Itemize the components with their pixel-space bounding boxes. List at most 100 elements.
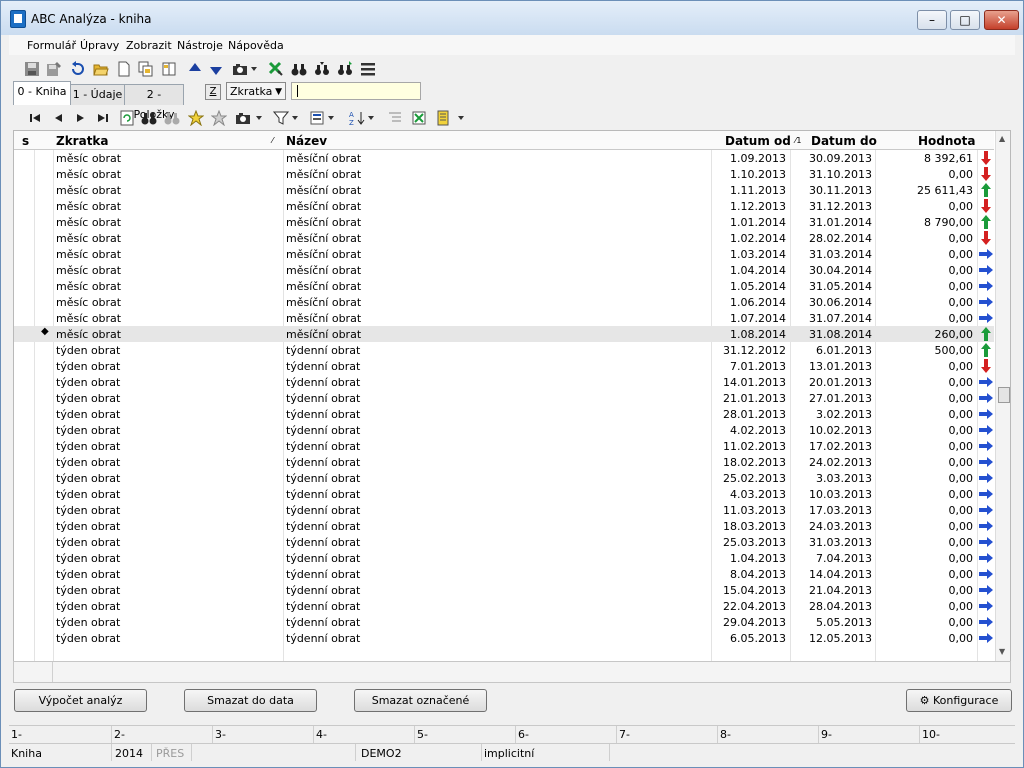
mark-remove-icon[interactable]	[211, 110, 227, 126]
table-row[interactable]: týden obrat týdenní obrat 11.03.2013 17.03.…	[14, 502, 994, 518]
menu-nastroje[interactable]: Nástroje	[177, 39, 223, 52]
sort-az-icon[interactable]: AZ	[349, 110, 365, 126]
konfigurace-button[interactable]: ⚙ Konfigurace	[906, 689, 1012, 712]
smazat-do-data-button[interactable]: Smazat do data	[184, 689, 317, 712]
sort-dropdown-icon[interactable]	[367, 110, 375, 126]
close-button[interactable]: ✕	[984, 10, 1019, 30]
smazat-oznacene-button[interactable]: Smazat označené	[354, 689, 487, 712]
tree-list-icon[interactable]	[387, 110, 403, 126]
table-row[interactable]: týden obrat týdenní obrat 28.01.2013 3.02.2…	[14, 406, 994, 422]
camera-dropdown-icon[interactable]	[250, 61, 258, 77]
filter-dropdown-icon[interactable]	[291, 110, 299, 126]
fkey-8[interactable]: 8-	[720, 728, 731, 741]
table-row[interactable]: měsíc obrat měsíční obrat 1.05.2014 31.05.2…	[14, 278, 994, 294]
fkey-5[interactable]: 5-	[417, 728, 428, 741]
column-header-s[interactable]: s	[22, 134, 29, 148]
table-row[interactable]: týden obrat týdenní obrat 21.01.2013 27.01.…	[14, 390, 994, 406]
table-row[interactable]: týden obrat týdenní obrat 29.04.2013 5.05.2…	[14, 614, 994, 630]
table-row[interactable]: týden obrat týdenní obrat 7.01.2013 13.01.2…	[14, 358, 994, 374]
vypocet-analyz-button[interactable]: Výpočet analýz	[14, 689, 147, 712]
fkey-6[interactable]: 6-	[518, 728, 529, 741]
filter-field-combo[interactable]: Zkratka ▼	[226, 82, 286, 100]
book-icon[interactable]	[161, 61, 177, 77]
report-icon[interactable]	[435, 110, 451, 126]
table-row[interactable]: týden obrat týdenní obrat 8.04.2013 14.04.2…	[14, 566, 994, 582]
arrow-up-icon[interactable]	[187, 61, 203, 77]
table-row[interactable]: měsíc obrat měsíční obrat 1.06.2014 30.06.2…	[14, 294, 994, 310]
table-row[interactable]: týden obrat týdenní obrat 31.12.2012 6.01.2…	[14, 342, 994, 358]
first-record-icon[interactable]	[27, 110, 43, 126]
menu-lines-icon[interactable]	[360, 61, 376, 77]
tab-kniha[interactable]: 0 - Kniha	[13, 81, 71, 105]
vertical-scrollbar[interactable]: ▲ ▼	[995, 131, 1010, 661]
scroll-down-icon[interactable]: ▼	[999, 647, 1005, 656]
table-row[interactable]: měsíc obrat měsíční obrat 1.02.2014 28.02.2…	[14, 230, 994, 246]
minimize-button[interactable]: –	[917, 10, 947, 30]
table-row[interactable]: týden obrat týdenní obrat 4.03.2013 10.03.2…	[14, 486, 994, 502]
copy-icon[interactable]	[138, 61, 154, 77]
undo-icon[interactable]	[70, 61, 86, 77]
table-row[interactable]: ◆ měsíc obrat měsíční obrat 1.08.2014 31.08.…	[14, 326, 994, 342]
column-header-datum-do[interactable]: Datum do	[811, 134, 877, 148]
tab-polozky[interactable]: 2 - Položky	[124, 84, 184, 121]
camera-icon[interactable]	[232, 61, 248, 77]
table-row[interactable]: měsíc obrat měsíční obrat 1.09.2013 30.09.2…	[14, 150, 994, 166]
menu-upravy[interactable]: Úpravy	[80, 39, 119, 52]
open-folder-icon[interactable]	[93, 61, 109, 77]
report-dropdown-icon[interactable]	[457, 110, 465, 126]
table-row[interactable]: týden obrat týdenní obrat 15.04.2013 21.04.…	[14, 582, 994, 598]
arrow-down-icon[interactable]	[208, 61, 224, 77]
grid-camera-icon[interactable]	[235, 110, 251, 126]
new-document-icon[interactable]	[116, 61, 132, 77]
column-header-datum-od[interactable]: Datum od	[725, 134, 791, 148]
grid-camera-dropdown-icon[interactable]	[255, 110, 263, 126]
fkey-3[interactable]: 3-	[215, 728, 226, 741]
column-header-nazev[interactable]: Název	[286, 134, 327, 148]
table-row[interactable]: týden obrat týdenní obrat 25.02.2013 3.03.2…	[14, 470, 994, 486]
binoculars-icon[interactable]	[291, 61, 307, 77]
table-row[interactable]: měsíc obrat měsíční obrat 1.11.2013 30.11.2…	[14, 182, 994, 198]
table-row[interactable]: měsíc obrat měsíční obrat 1.04.2014 30.04.2…	[14, 262, 994, 278]
filter-icon[interactable]	[273, 110, 289, 126]
search-disabled-icon[interactable]	[164, 110, 180, 126]
scroll-up-icon[interactable]: ▲	[999, 134, 1005, 143]
columns-dropdown-icon[interactable]	[327, 110, 335, 126]
filter-search-input[interactable]	[291, 82, 421, 100]
table-row[interactable]: týden obrat týdenní obrat 1.04.2013 7.04.20…	[14, 550, 994, 566]
search-binoculars-icon[interactable]	[141, 110, 157, 126]
menu-zobrazit[interactable]: Zobrazit	[126, 39, 172, 52]
table-row[interactable]: měsíc obrat měsíční obrat 1.12.2013 31.12.2…	[14, 198, 994, 214]
column-header-hodnota[interactable]: Hodnota	[918, 134, 976, 148]
last-record-icon[interactable]	[95, 110, 111, 126]
table-row[interactable]: týden obrat týdenní obrat 25.03.2013 31.03.…	[14, 534, 994, 550]
save-icon[interactable]	[24, 61, 40, 77]
fkey-1[interactable]: 1-	[11, 728, 22, 741]
previous-record-icon[interactable]	[50, 110, 66, 126]
fkey-10[interactable]: 10-	[922, 728, 940, 741]
export-sheet-icon[interactable]	[411, 110, 427, 126]
table-row[interactable]: měsíc obrat měsíční obrat 1.07.2014 31.07.2…	[14, 310, 994, 326]
fkey-4[interactable]: 4-	[316, 728, 327, 741]
table-row[interactable]: týden obrat týdenní obrat 4.02.2013 10.02.2…	[14, 422, 994, 438]
fkey-7[interactable]: 7-	[619, 728, 630, 741]
column-header-zkratka[interactable]: Zkratka	[56, 134, 109, 148]
fkey-9[interactable]: 9-	[821, 728, 832, 741]
table-row[interactable]: měsíc obrat měsíční obrat 1.01.2014 31.01.2…	[14, 214, 994, 230]
table-row[interactable]: týden obrat týdenní obrat 14.01.2013 20.01.…	[14, 374, 994, 390]
menu-formular[interactable]: Formulář	[27, 39, 76, 52]
table-row[interactable]: týden obrat týdenní obrat 11.02.2013 17.02.…	[14, 438, 994, 454]
next-record-icon[interactable]	[73, 110, 89, 126]
find-next-icon[interactable]	[314, 61, 330, 77]
find-filter-icon[interactable]	[337, 61, 353, 77]
table-row[interactable]: týden obrat týdenní obrat 6.05.2013 12.05.2…	[14, 630, 994, 646]
filter-key-button[interactable]: Z	[205, 84, 221, 100]
table-row[interactable]: týden obrat týdenní obrat 18.02.2013 24.02.…	[14, 454, 994, 470]
table-row[interactable]: měsíc obrat měsíční obrat 1.10.2013 31.10.2…	[14, 166, 994, 182]
excel-export-icon[interactable]	[268, 61, 284, 77]
maximize-button[interactable]: □	[950, 10, 980, 30]
scrollbar-thumb[interactable]	[998, 387, 1010, 403]
menu-napoveda[interactable]: Nápověda	[228, 39, 284, 52]
refresh-icon[interactable]	[119, 110, 135, 126]
fkey-2[interactable]: 2-	[114, 728, 125, 741]
table-row[interactable]: týden obrat týdenní obrat 18.03.2013 24.03.…	[14, 518, 994, 534]
